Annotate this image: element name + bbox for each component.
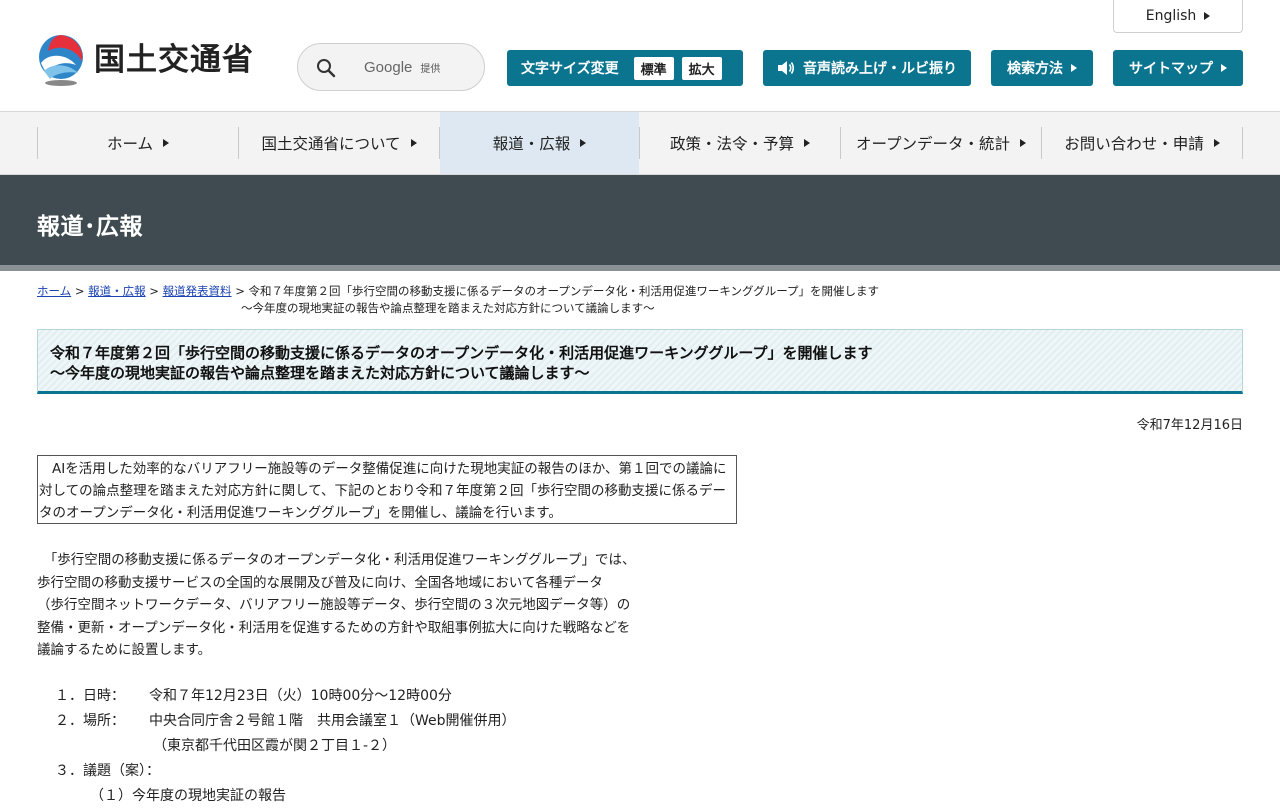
detail-datetime: １．日時： 令和７年12月23日（火）10時00分～12時00分	[55, 684, 855, 709]
font-size-label: 文字サイズ変更	[521, 61, 619, 77]
triangle-right-icon	[410, 139, 417, 147]
detail-address: （東京都千代田区霞が関２丁目１-２）	[55, 734, 855, 759]
intro-line: 整備・更新・オープンデータ化・利活用を促進するための方針や取組事例拡大に向けた戦…	[37, 619, 631, 636]
voice-ruby-button[interactable]: 音声読み上げ・ルビ振り	[763, 50, 971, 86]
detail-label: １．日時：	[55, 688, 125, 704]
site-header: 国土交通省 Google 提供 English 文字サイズ変更 標準 拡大 音声読…	[0, 0, 1280, 112]
mlit-logo-icon	[39, 35, 83, 86]
breadcrumb: ホーム > 報道・広報 > 報道発表資料 > 令和７年度第２回「歩行空間の移動支…	[37, 283, 1237, 317]
font-size-large-button[interactable]: 拡大	[681, 56, 722, 80]
breadcrumb-releases-link[interactable]: 報道発表資料	[163, 284, 232, 298]
nav-item-about[interactable]: 国土交通省について	[239, 112, 439, 174]
sitemap-label: サイトマップ	[1129, 61, 1213, 77]
breadcrumb-press-link[interactable]: 報道・広報	[88, 284, 146, 298]
detail-value: 中央合同庁舎２号館１階 共用会議室１（Web開催併用）	[149, 713, 516, 729]
voice-ruby-label: 音声読み上げ・ルビ振り	[803, 61, 957, 77]
triangle-right-icon	[163, 139, 170, 147]
english-label: English	[1145, 8, 1197, 24]
detail-label: ２．場所：	[55, 713, 125, 729]
triangle-right-icon	[1204, 12, 1211, 20]
triangle-right-icon	[1071, 64, 1077, 72]
article-subtitle: ～今年度の現地実証の報告や論点整理を踏まえた対応方針について議論します～	[50, 364, 590, 382]
nav-item-label: 国土交通省について	[261, 135, 401, 153]
breadcrumb-current: 令和７年度第２回「歩行空間の移動支援に係るデータのオープンデータ化・利活用促進ワ…	[248, 284, 880, 298]
detail-value: （東京都千代田区霞が関２丁目１-２）	[153, 738, 397, 754]
global-nav: ホーム 国土交通省について 報道・広報 政策・法令・予算 オープンデータ・統計 …	[0, 112, 1280, 175]
intro-line: 「歩行空間の移動支援に係るデータのオープンデータ化・利活用促進ワーキンググループ…	[37, 552, 636, 568]
nav-item-label: オープンデータ・統計	[855, 135, 1011, 153]
speaker-icon	[778, 61, 795, 75]
summary-box: AIを活用した効率的なバリアフリー施設等のデータ整備促進に向けた現地実証の報告の…	[37, 455, 737, 524]
article-heading: 令和７年度第２回「歩行空間の移動支援に係るデータのオープンデータ化・利活用促進ワ…	[37, 329, 1243, 394]
publish-date: 令和7年12月16日	[1136, 418, 1243, 433]
intro-line: （歩行空間ネットワークデータ、バリアフリー施設等データ、歩行空間の３次元地図デー…	[37, 597, 631, 613]
breadcrumb-separator: >	[235, 284, 245, 298]
sitemap-button[interactable]: サイトマップ	[1113, 50, 1243, 86]
font-size-control: 文字サイズ変更 標準 拡大	[507, 50, 743, 86]
nav-item-label: 政策・法令・予算	[669, 135, 794, 153]
nav-item-contact[interactable]: お問い合わせ・申請	[1042, 112, 1242, 174]
font-size-standard-button[interactable]: 標準	[633, 56, 674, 80]
summary-text: AIを活用した効率的なバリアフリー施設等のデータ整備促進に向けた現地実証の報告の…	[39, 461, 727, 521]
search-input[interactable]	[342, 52, 472, 82]
article-title: 令和７年度第２回「歩行空間の移動支援に係るデータのオープンデータ化・利活用促進ワ…	[50, 344, 873, 362]
meeting-details: １．日時： 令和７年12月23日（火）10時00分～12時00分 ２．場所： 中…	[55, 684, 855, 809]
page-title: 報道･広報	[37, 214, 143, 240]
english-button[interactable]: English	[1113, 0, 1243, 33]
nav-item-label: ホーム	[106, 135, 154, 153]
intro-line: 議論するために設置します。	[37, 642, 212, 658]
breadcrumb-current-subtitle: ～今年度の現地実証の報告や論点整理を踏まえた対応方針について議論します～	[241, 301, 655, 315]
triangle-right-icon	[1020, 139, 1027, 147]
detail-value: 令和７年12月23日（火）10時00分～12時00分	[149, 688, 452, 704]
intro-line: 歩行空間の移動支援サービスの全国的な展開及び普及に向け、全国各地域において各種デ…	[37, 574, 603, 591]
search-icon[interactable]	[316, 58, 336, 78]
search-method-label: 検索方法	[1007, 61, 1063, 77]
nav-item-policy[interactable]: 政策・法令・予算	[640, 112, 840, 174]
detail-label: ３．議題（案）：	[55, 763, 160, 779]
breadcrumb-separator: >	[74, 284, 85, 298]
intro-paragraph: 「歩行空間の移動支援に係るデータのオープンデータ化・利活用促進ワーキンググループ…	[37, 549, 737, 662]
page-title-band: 報道･広報	[0, 175, 1280, 271]
search-method-button[interactable]: 検索方法	[991, 50, 1093, 86]
detail-agenda: ３．議題（案）：	[55, 759, 855, 784]
detail-agenda-item: （１）今年度の現地実証の報告	[55, 784, 855, 809]
nav-item-home[interactable]: ホーム	[38, 112, 238, 174]
nav-item-label: 報道・広報	[492, 135, 571, 153]
triangle-right-icon	[804, 139, 810, 147]
site-logo[interactable]: 国土交通省	[36, 33, 254, 87]
site-logo-text: 国土交通省	[94, 41, 254, 78]
breadcrumb-home-link[interactable]: ホーム	[37, 284, 71, 298]
breadcrumb-separator: >	[149, 284, 159, 298]
nav-divider	[1242, 127, 1243, 159]
triangle-right-icon	[1221, 64, 1227, 72]
detail-value: （１）今年度の現地実証の報告	[90, 788, 286, 804]
nav-item-label: お問い合わせ・申請	[1064, 135, 1204, 153]
nav-item-opendata[interactable]: オープンデータ・統計	[841, 112, 1041, 174]
nav-item-press[interactable]: 報道・広報	[440, 112, 639, 174]
triangle-right-icon	[1213, 139, 1220, 147]
triangle-right-icon	[580, 139, 587, 147]
site-search[interactable]: Google 提供	[297, 43, 485, 91]
detail-place: ２．場所： 中央合同庁舎２号館１階 共用会議室１（Web開催併用）	[55, 709, 855, 734]
